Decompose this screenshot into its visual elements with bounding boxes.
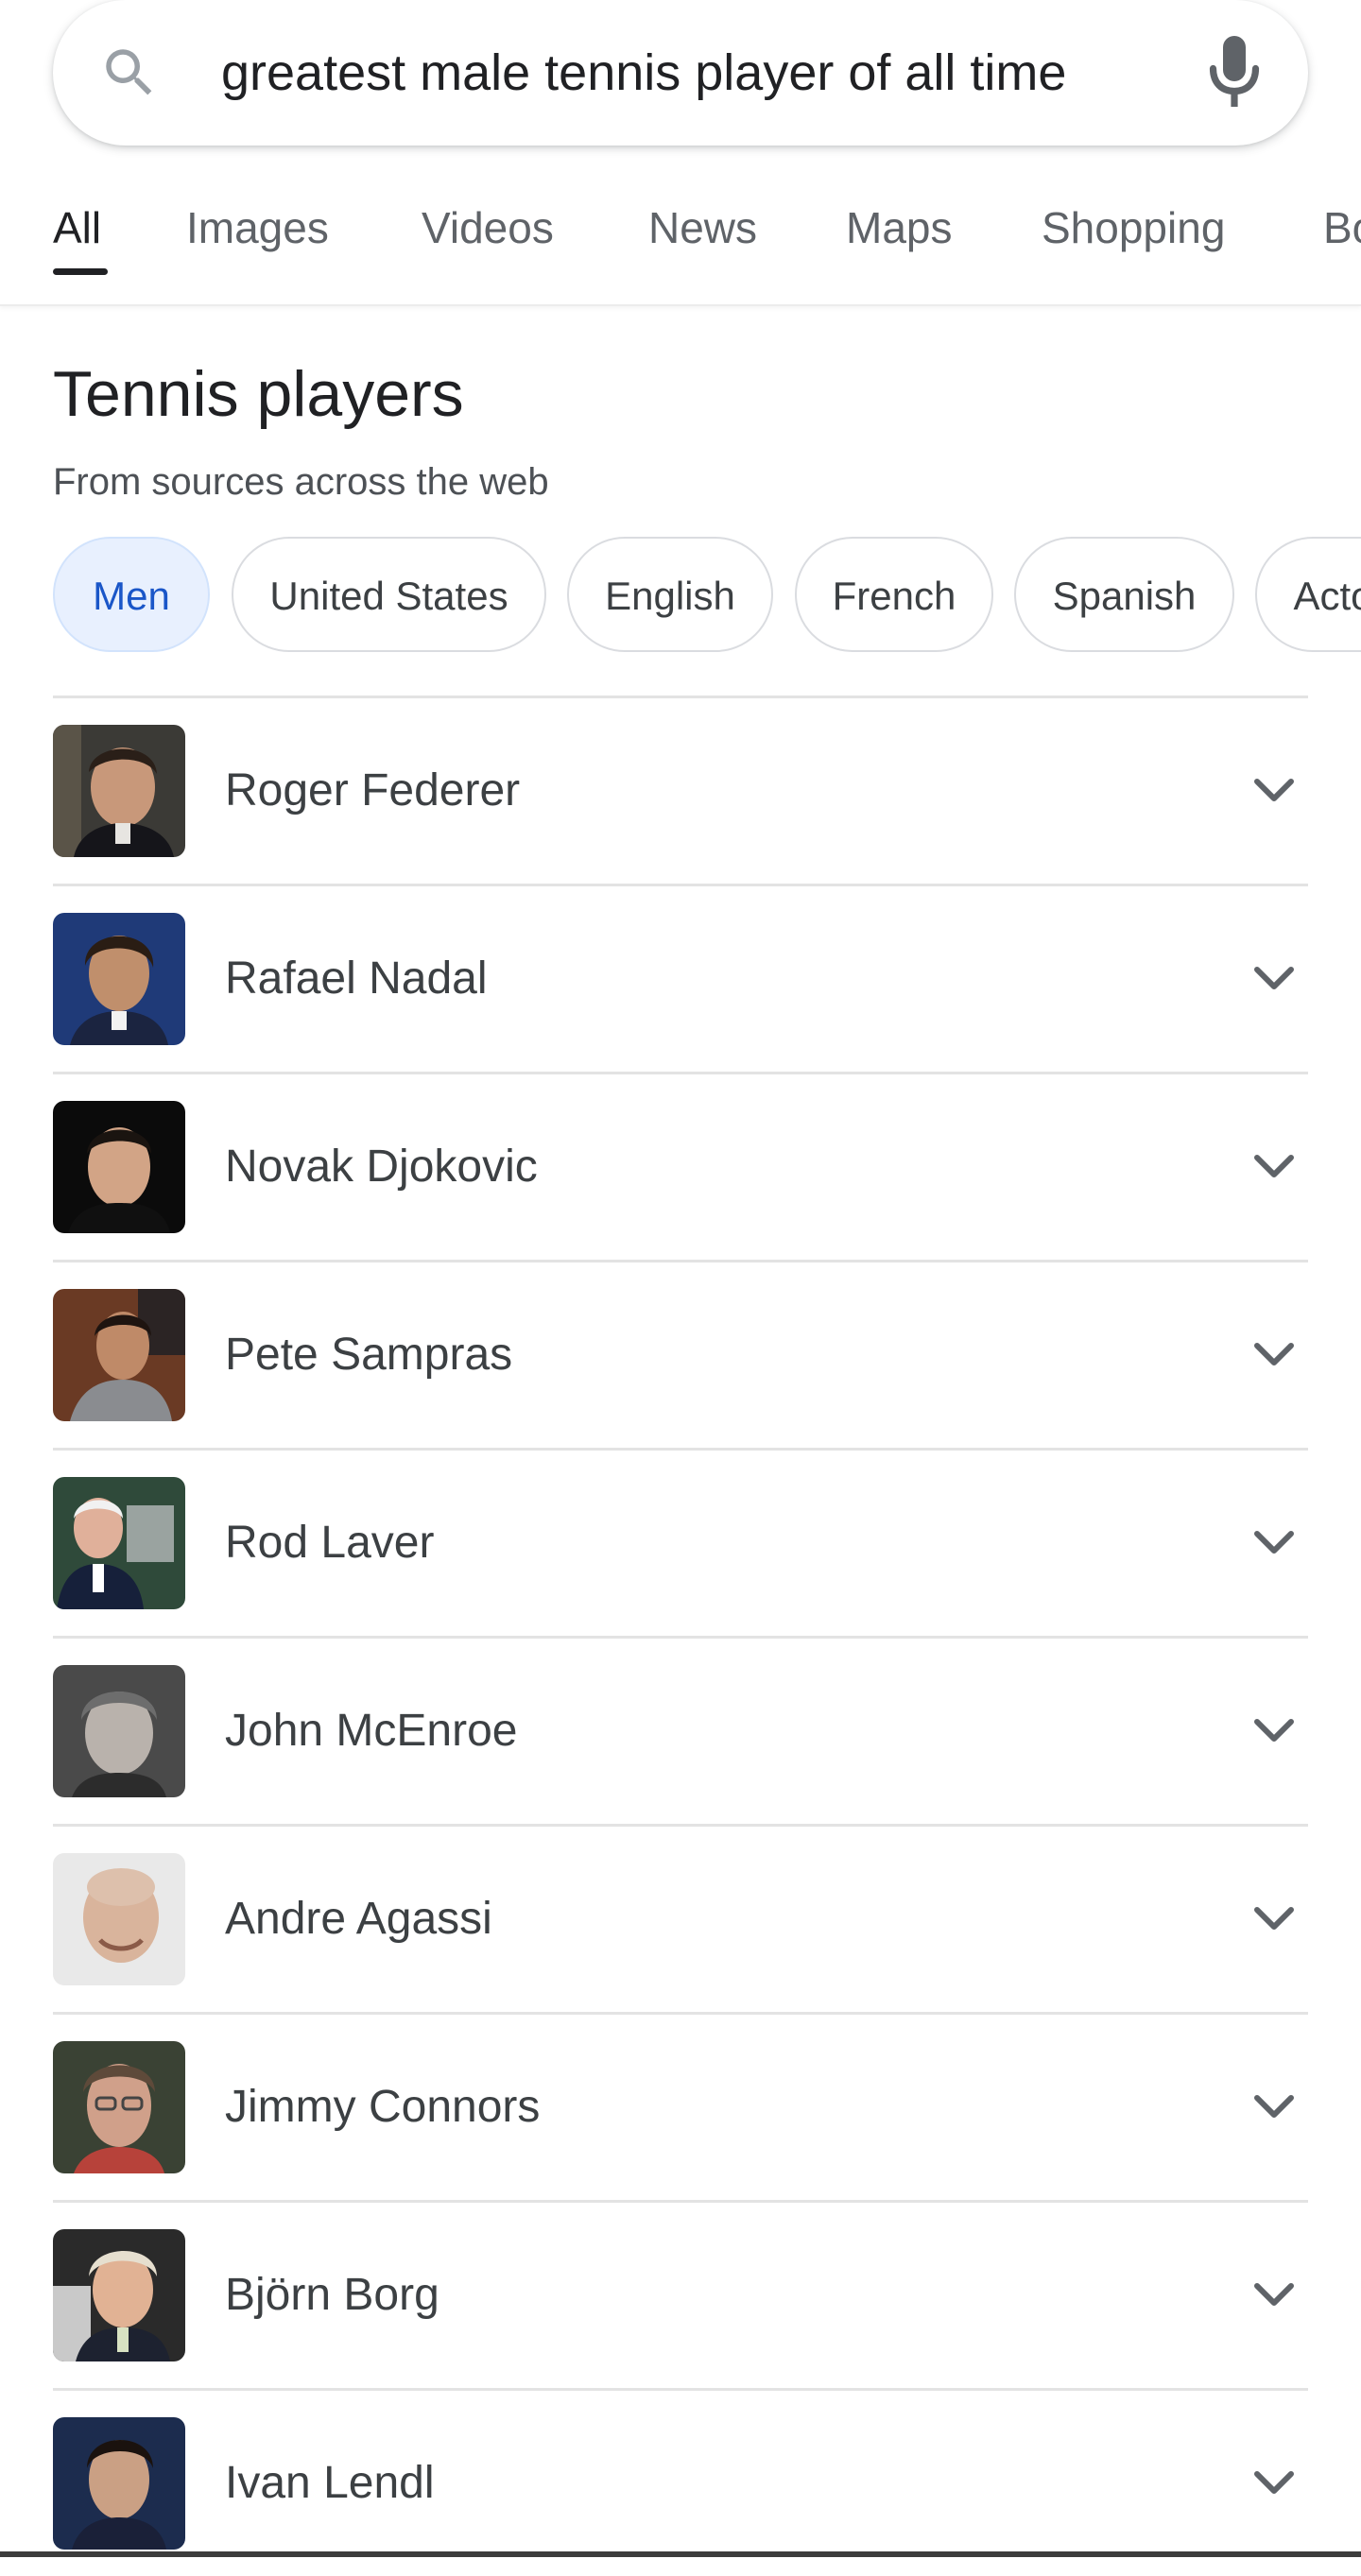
list-item[interactable]: Andre Agassi [53,1824,1308,2012]
search-input[interactable]: greatest male tennis player of all time [221,0,1066,146]
section-title: Tennis players [53,358,464,430]
section-subtitle: From sources across the web [53,461,549,503]
chip-men[interactable]: Men [53,537,210,652]
list-item[interactable]: Rafael Nadal [53,884,1308,1072]
player-photo [53,1665,185,1797]
list-item[interactable]: Jimmy Connors [53,2012,1308,2200]
filter-chips: Men United States English French Spanish… [0,537,1361,656]
chevron-down-icon[interactable] [1253,1336,1295,1374]
search-tabs: All Images Videos News Maps Shopping Boo… [0,180,1361,306]
tab-shopping[interactable]: Shopping [1042,202,1225,253]
active-tab-indicator [53,268,108,275]
list-item[interactable]: Novak Djokovic [53,1072,1308,1260]
player-name: Rafael Nadal [225,953,488,1004]
chevron-down-icon[interactable] [1253,960,1295,998]
tab-books[interactable]: Books [1323,202,1361,253]
mic-icon[interactable] [1206,36,1263,110]
player-name: Ivan Lendl [225,2458,435,2508]
list-item[interactable]: John McEnroe [53,1636,1308,1824]
list-item[interactable]: Rod Laver [53,1448,1308,1636]
chevron-down-icon[interactable] [1253,1148,1295,1186]
player-photo [53,2041,185,2173]
chevron-down-icon[interactable] [1253,1712,1295,1750]
tab-videos[interactable]: Videos [422,202,554,253]
chip-actors[interactable]: Actors [1255,537,1361,652]
chevron-down-icon[interactable] [1253,772,1295,810]
player-photo [53,725,185,857]
bottom-edge [0,2551,1361,2557]
list-item[interactable]: Pete Sampras [53,1260,1308,1448]
player-name: John McEnroe [225,1706,518,1756]
player-list: Roger Federer Rafael Nadal Novak Djokovi… [53,696,1308,2576]
search-icon[interactable] [98,42,161,104]
chip-french[interactable]: French [795,537,993,652]
list-item[interactable]: Roger Federer [53,696,1308,884]
chevron-down-icon[interactable] [1253,1524,1295,1562]
tab-images[interactable]: Images [186,202,329,253]
player-photo [53,1477,185,1609]
chevron-down-icon[interactable] [1253,2276,1295,2314]
player-name: Novak Djokovic [225,1142,538,1192]
chip-english[interactable]: English [567,537,773,652]
chip-spanish[interactable]: Spanish [1014,537,1234,652]
player-name: Roger Federer [225,765,521,816]
player-photo [53,1289,185,1421]
list-item[interactable]: Ivan Lendl [53,2388,1308,2576]
player-name: Andre Agassi [225,1894,492,1944]
player-photo [53,1101,185,1233]
chevron-down-icon[interactable] [1253,1900,1295,1938]
player-photo [53,1853,185,1985]
player-photo [53,2229,185,2361]
player-photo [53,913,185,1045]
player-name: Björn Borg [225,2270,439,2320]
chip-united-states[interactable]: United States [232,537,546,652]
list-item[interactable]: Björn Borg [53,2200,1308,2388]
chevron-down-icon[interactable] [1253,2088,1295,2126]
player-name: Pete Sampras [225,1330,513,1380]
tab-news[interactable]: News [648,202,757,253]
player-name: Rod Laver [225,1518,435,1568]
search-bar[interactable]: greatest male tennis player of all time [53,0,1308,146]
player-name: Jimmy Connors [225,2082,541,2132]
player-photo [53,2417,185,2550]
tab-maps[interactable]: Maps [846,202,952,253]
chevron-down-icon[interactable] [1253,2464,1295,2502]
tab-all[interactable]: All [53,202,101,253]
